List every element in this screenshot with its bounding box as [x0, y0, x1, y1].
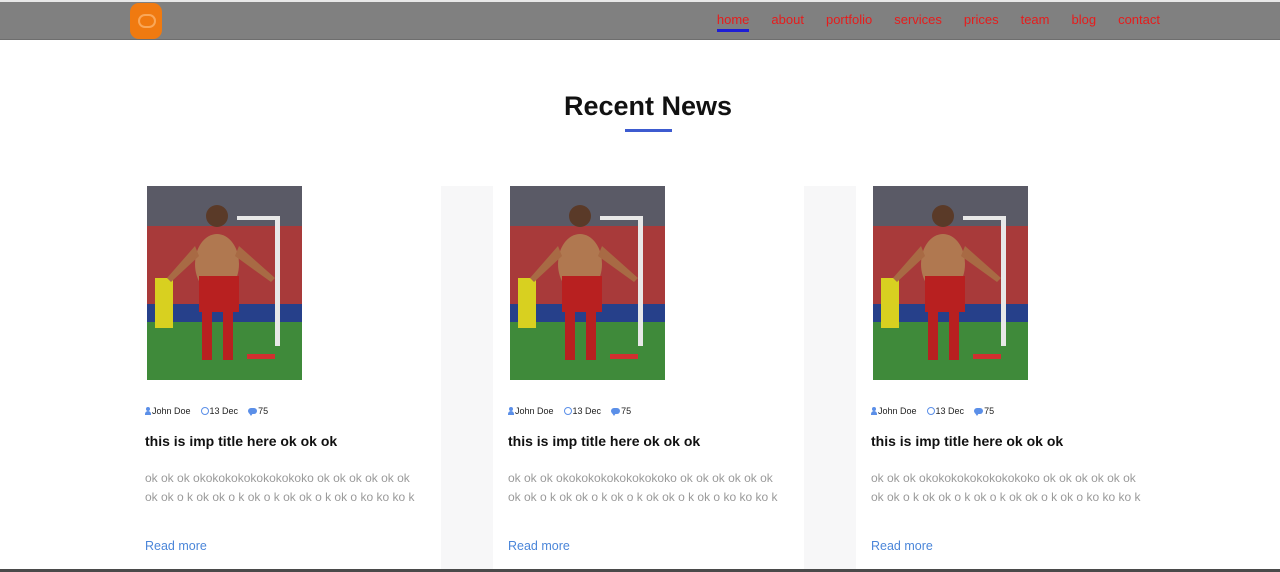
nav-link-portfolio[interactable]: portfolio [826, 12, 872, 28]
user-icon [145, 407, 151, 415]
column-divider [441, 186, 493, 572]
user-icon [508, 407, 514, 415]
nav-link-blog[interactable]: blog [1072, 12, 1097, 28]
post-title[interactable]: this is imp title here ok ok ok [508, 433, 700, 449]
comment-count: 75 [621, 406, 632, 416]
nav-link-home[interactable]: home [716, 12, 749, 32]
comments-meta: 75 [248, 406, 268, 416]
news-photo[interactable] [873, 186, 1028, 380]
comment-icon [611, 408, 621, 416]
news-photo[interactable] [510, 186, 665, 380]
post-date: 13 Dec [209, 406, 239, 416]
section-title: Recent News [563, 91, 733, 121]
nav-link-services[interactable]: services [894, 12, 942, 28]
author-name: John Doe [152, 406, 191, 416]
post-meta: John Doe 13 Dec 75 [508, 406, 641, 416]
main-nav: home about portfolio services prices tea… [695, 12, 1160, 32]
logo-icon [138, 14, 156, 28]
comment-icon [974, 408, 984, 416]
read-more-link[interactable]: Read more [871, 539, 933, 553]
clock-icon [200, 407, 209, 415]
nav-link-about[interactable]: about [771, 12, 804, 28]
author-meta: John Doe [145, 406, 191, 416]
read-more-link[interactable]: Read more [145, 539, 207, 553]
author-name: John Doe [878, 406, 917, 416]
column-divider [804, 186, 856, 572]
comments-meta: 75 [974, 406, 994, 416]
news-card: John Doe 13 Dec 75 this is imp title her… [508, 186, 798, 572]
post-excerpt: ok ok ok okokokokokokokokoko ok ok ok ok… [508, 471, 778, 504]
clock-icon [926, 407, 935, 415]
user-icon [871, 407, 877, 415]
date-meta: 13 Dec [926, 406, 965, 416]
author-name: John Doe [515, 406, 554, 416]
news-photo[interactable] [147, 186, 302, 380]
date-meta: 13 Dec [200, 406, 239, 416]
post-date: 13 Dec [572, 406, 602, 416]
post-meta: John Doe 13 Dec 75 [871, 406, 1004, 416]
clock-icon [563, 407, 572, 415]
date-meta: 13 Dec [563, 406, 602, 416]
post-excerpt: ok ok ok okokokokokokokokoko ok ok ok ok… [145, 471, 415, 504]
author-meta: John Doe [508, 406, 554, 416]
title-underline [625, 129, 672, 132]
comment-count: 75 [984, 406, 995, 416]
top-navbar: home about portfolio services prices tea… [0, 0, 1280, 40]
post-meta: John Doe 13 Dec 75 [145, 406, 278, 416]
nav-link-prices[interactable]: prices [964, 12, 999, 28]
news-card: John Doe 13 Dec 75 this is imp title her… [145, 186, 435, 572]
author-meta: John Doe [871, 406, 917, 416]
comment-icon [248, 408, 258, 416]
comment-count: 75 [258, 406, 269, 416]
read-more-link[interactable]: Read more [508, 539, 570, 553]
post-excerpt: ok ok ok okokokokokokokokoko ok ok ok ok… [871, 471, 1141, 504]
nav-link-team[interactable]: team [1021, 12, 1050, 28]
nav-link-contact[interactable]: contact [1118, 12, 1160, 28]
post-title[interactable]: this is imp title here ok ok ok [871, 433, 1063, 449]
news-card: John Doe 13 Dec 75 this is imp title her… [871, 186, 1161, 572]
site-logo[interactable] [130, 3, 162, 39]
post-title[interactable]: this is imp title here ok ok ok [145, 433, 337, 449]
post-date: 13 Dec [935, 406, 965, 416]
comments-meta: 75 [611, 406, 631, 416]
